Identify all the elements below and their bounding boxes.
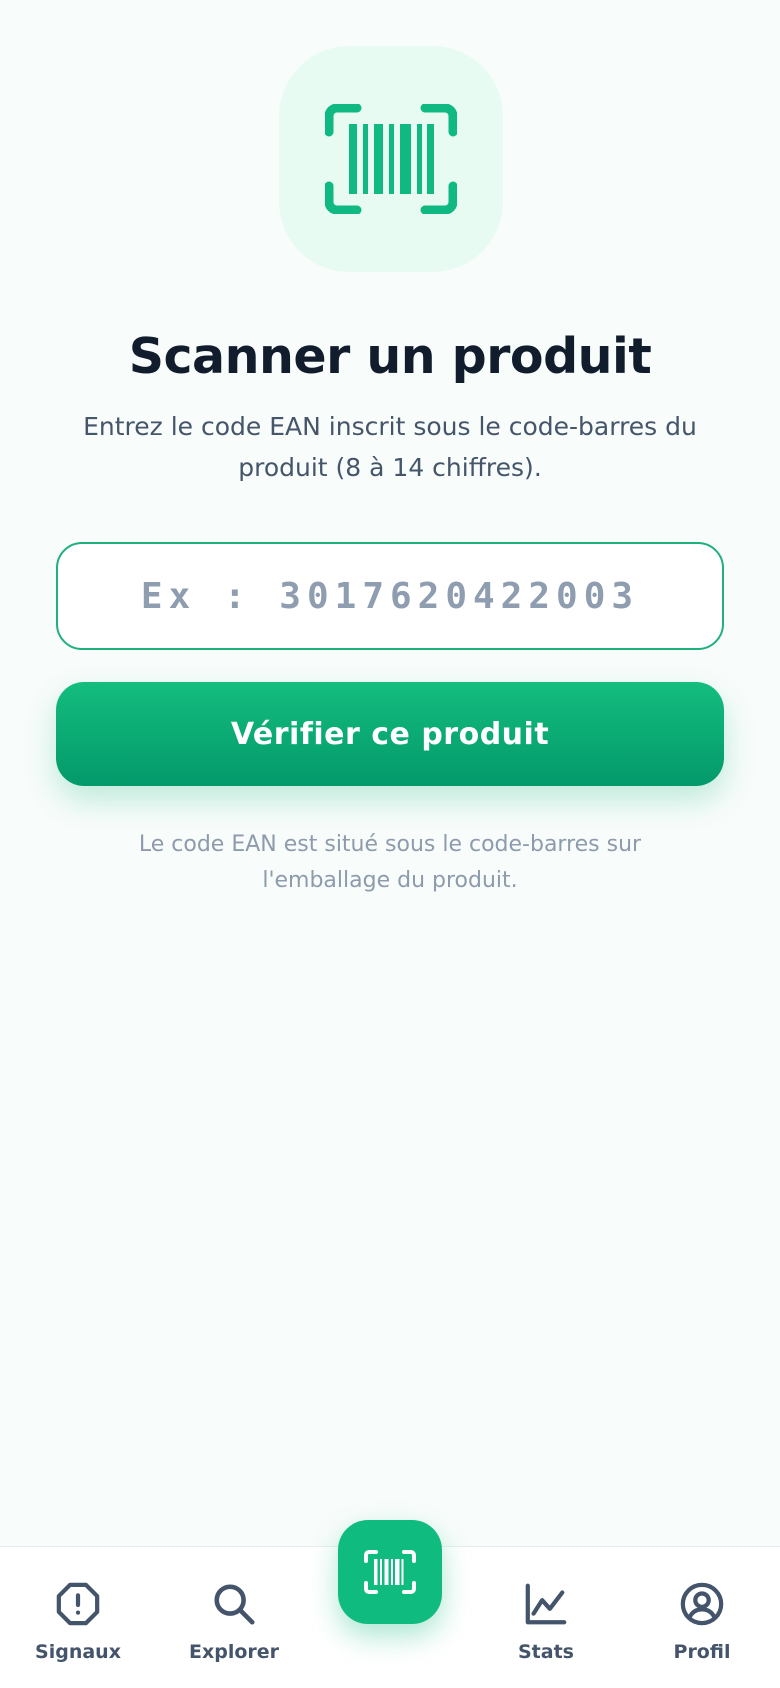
nav-label-signaux: Signaux <box>35 1641 121 1663</box>
ean-location-hint: Le code EAN est situé sous le code-barre… <box>138 832 642 893</box>
nav-item-profil[interactable]: Profil <box>632 1581 772 1663</box>
nav-label-explorer: Explorer <box>188 1641 280 1663</box>
barcode-scan-icon <box>364 1550 416 1594</box>
barcode-scan-icon <box>325 104 457 214</box>
nav-label-stats: Stats <box>518 1641 574 1663</box>
page-title: Scanner un produit <box>128 328 652 385</box>
scan-fab-button[interactable] <box>338 1520 442 1624</box>
nav-label-profil: Profil <box>673 1641 731 1663</box>
nav-item-stats[interactable]: Stats <box>476 1581 616 1663</box>
trend-chart-icon <box>525 1583 567 1625</box>
alert-octagon-icon <box>56 1582 100 1626</box>
search-icon <box>214 1584 255 1625</box>
page-subtitle: Entrez le code EAN inscrit sous le code-… <box>83 412 697 482</box>
verify-product-button[interactable]: Vérifier ce produit <box>56 682 724 786</box>
nav-item-explorer[interactable]: Explorer <box>164 1581 304 1663</box>
ean-code-input[interactable] <box>56 542 724 650</box>
nav-item-signaux[interactable]: Signaux <box>8 1581 148 1663</box>
user-circle-icon <box>680 1582 724 1626</box>
hero-icon-container <box>279 46 503 272</box>
